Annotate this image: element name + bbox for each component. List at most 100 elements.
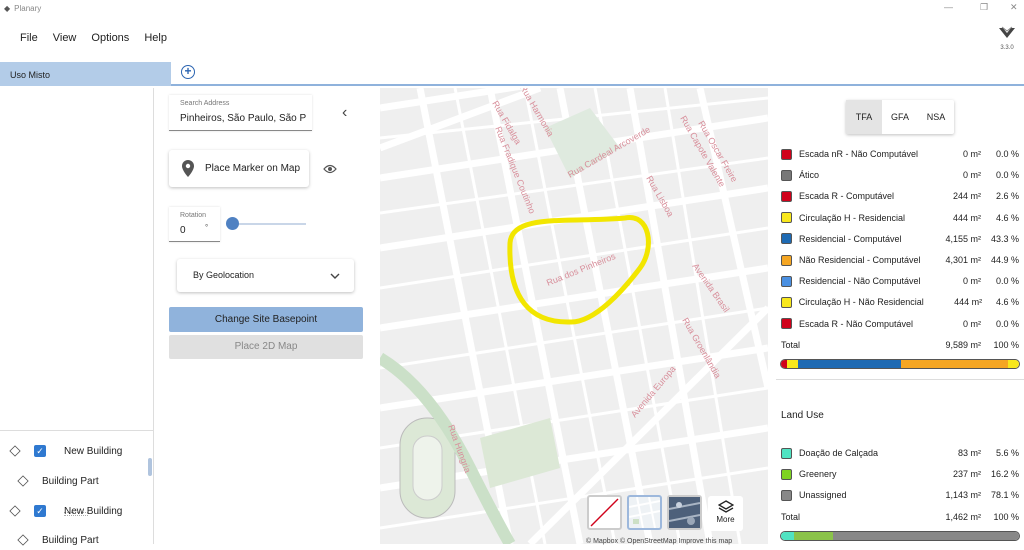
total-pct: 100 % (993, 340, 1019, 350)
satellite-map-icon (668, 497, 701, 528)
category-name: Residencial - Não Computável (799, 276, 921, 287)
eye-icon[interactable] (323, 164, 337, 174)
category-pct: 78.1 % (990, 490, 1019, 501)
street-map[interactable]: Rua Harmonia Rua Fidalga Rua Fradique Co… (380, 88, 768, 544)
land-use-title: Land Use (781, 410, 824, 421)
color-swatch (781, 468, 792, 480)
building-tree: ✓ New Building Building Part ✓ New Build… (0, 430, 154, 546)
legend-row: Unassigned 1,143 m² 78.1 % (781, 488, 1019, 502)
rotation-field[interactable]: Rotation 0 ° (169, 207, 220, 242)
bar-segment (787, 360, 799, 368)
geolocation-dropdown[interactable]: By Geolocation (177, 259, 354, 292)
category-area: 1,143 m² (945, 490, 981, 501)
menu-options[interactable]: Options (91, 32, 129, 44)
legend-row: Escada nR - Não Computável 0 m² 0.0 % (781, 147, 1019, 161)
title-bar: ◆ Planary — ❐ ✕ (0, 0, 1024, 16)
legend-row: Residencial - Não Computável 0 m² 0.0 % (781, 274, 1019, 288)
building-icon (9, 445, 21, 457)
bar-segment (901, 360, 1009, 368)
search-address-field[interactable]: Search Address Pinheiros, São Paulo, São… (169, 95, 312, 131)
total-area: 9,589 m² (945, 340, 981, 350)
tree-item-building[interactable]: ✓ New Building (9, 441, 122, 461)
close-icon[interactable]: ✕ (1010, 2, 1018, 13)
rotation-value[interactable]: 0 (180, 225, 186, 236)
category-name: Residencial - Computável (799, 233, 902, 244)
app-title: Planary (14, 3, 42, 13)
visibility-checkbox[interactable]: ✓ (34, 445, 46, 457)
category-area: 237 m² (952, 469, 981, 480)
bar-segment (794, 532, 833, 540)
tree-item-building[interactable]: ✓ New Building (9, 501, 122, 521)
category-pct: 5.6 % (995, 448, 1019, 458)
version-label: 3.3.0 (1000, 45, 1014, 51)
place-2d-map-button[interactable]: Place 2D Map (169, 335, 363, 359)
category-name: Ático (799, 170, 820, 181)
category-pct: 44.9 % (990, 255, 1019, 265)
tab-tfa[interactable]: TFA (846, 100, 882, 134)
tab-gfa[interactable]: GFA (882, 100, 918, 134)
divider (776, 379, 1024, 380)
menu-help[interactable]: Help (144, 32, 167, 44)
add-tab-icon[interactable]: + (181, 65, 195, 79)
menu-file[interactable]: File (20, 32, 38, 44)
legend-row: Escada R - Computável 244 m² 2.6 % (781, 189, 1019, 203)
category-name: Circulação H - Não Residencial (798, 297, 924, 308)
app-logo-icon: ◆ (4, 3, 11, 13)
total-label: Total (781, 340, 801, 350)
color-swatch (781, 254, 792, 266)
minimize-icon[interactable]: — (944, 2, 953, 12)
map-view[interactable]: Rua Harmonia Rua Fidalga Rua Fradique Co… (380, 88, 768, 544)
street-label: Rua Harmonia (518, 88, 556, 138)
map-pin-icon (182, 160, 194, 177)
legend-row: Não Residencial - Computável 4,301 m² 44.9… (781, 253, 1019, 267)
category-area: 0 m² (963, 170, 981, 181)
area-type-toggle: TFA GFA NSA (846, 100, 954, 134)
layers-icon (717, 500, 734, 513)
tab-uso-misto[interactable]: Uso Misto (0, 62, 171, 86)
rotation-slider-knob[interactable] (226, 217, 239, 230)
restore-icon[interactable]: ❐ (980, 2, 988, 13)
tree-item-label: Building Part (42, 475, 99, 487)
place-marker-button[interactable]: Place Marker on Map (169, 150, 309, 187)
category-area: 444 m² (952, 212, 981, 223)
tree-item-building-part[interactable]: Building Part (17, 530, 99, 550)
category-area: 83 m² (957, 448, 981, 458)
category-pct: 0.0 % (995, 149, 1019, 159)
collapse-panel-icon[interactable]: ‹ (342, 104, 347, 122)
map-style-none-button[interactable] (587, 495, 622, 530)
legend-row: Greenery 237 m² 16.2 % (781, 467, 1019, 481)
map-style-streets-button[interactable] (627, 495, 662, 530)
tab-bar: Uso Misto + (0, 60, 1024, 86)
legend-row: Ático 0 m² 0.0 % (781, 168, 1019, 182)
color-swatch (781, 190, 792, 202)
menu-view[interactable]: View (53, 32, 77, 44)
rotation-label: Rotation (180, 212, 207, 219)
category-name: Unassigned (799, 490, 847, 501)
app-version-badge: 3.3.0 (996, 26, 1018, 51)
rotation-slider-track[interactable] (230, 223, 306, 225)
category-pct: 4.6 % (995, 212, 1019, 223)
color-swatch (781, 447, 792, 459)
map-more-button[interactable]: More (708, 496, 743, 531)
visibility-checkbox[interactable]: ✓ (34, 505, 46, 517)
building-part-icon (17, 475, 29, 487)
tree-item-building-part[interactable]: Building Part (17, 471, 99, 491)
change-basepoint-button[interactable]: Change Site Basepoint (169, 307, 363, 332)
bar-segment (798, 360, 902, 368)
category-pct: 4.6 % (995, 297, 1019, 308)
place-marker-label: Place Marker on Map (205, 163, 301, 174)
search-address-label: Search Address (180, 100, 230, 107)
search-address-value[interactable]: Pinheiros, São Paulo, São P (180, 113, 308, 124)
no-map-icon (590, 498, 619, 527)
total-label: Total (781, 512, 801, 522)
map-style-satellite-button[interactable] (667, 495, 702, 530)
color-swatch (781, 489, 792, 501)
tab-nsa[interactable]: NSA (918, 100, 954, 134)
site-settings-panel: Search Address Pinheiros, São Paulo, São… (160, 88, 380, 544)
category-name: Escada R - Não Computável (799, 318, 914, 329)
legend-row: Doação de Calçada 83 m² 5.6 % (781, 446, 1019, 460)
bar-segment (1008, 360, 1019, 368)
category-pct: 0.0 % (995, 318, 1019, 329)
category-area: 0 m² (963, 276, 981, 287)
more-label: More (716, 515, 735, 524)
